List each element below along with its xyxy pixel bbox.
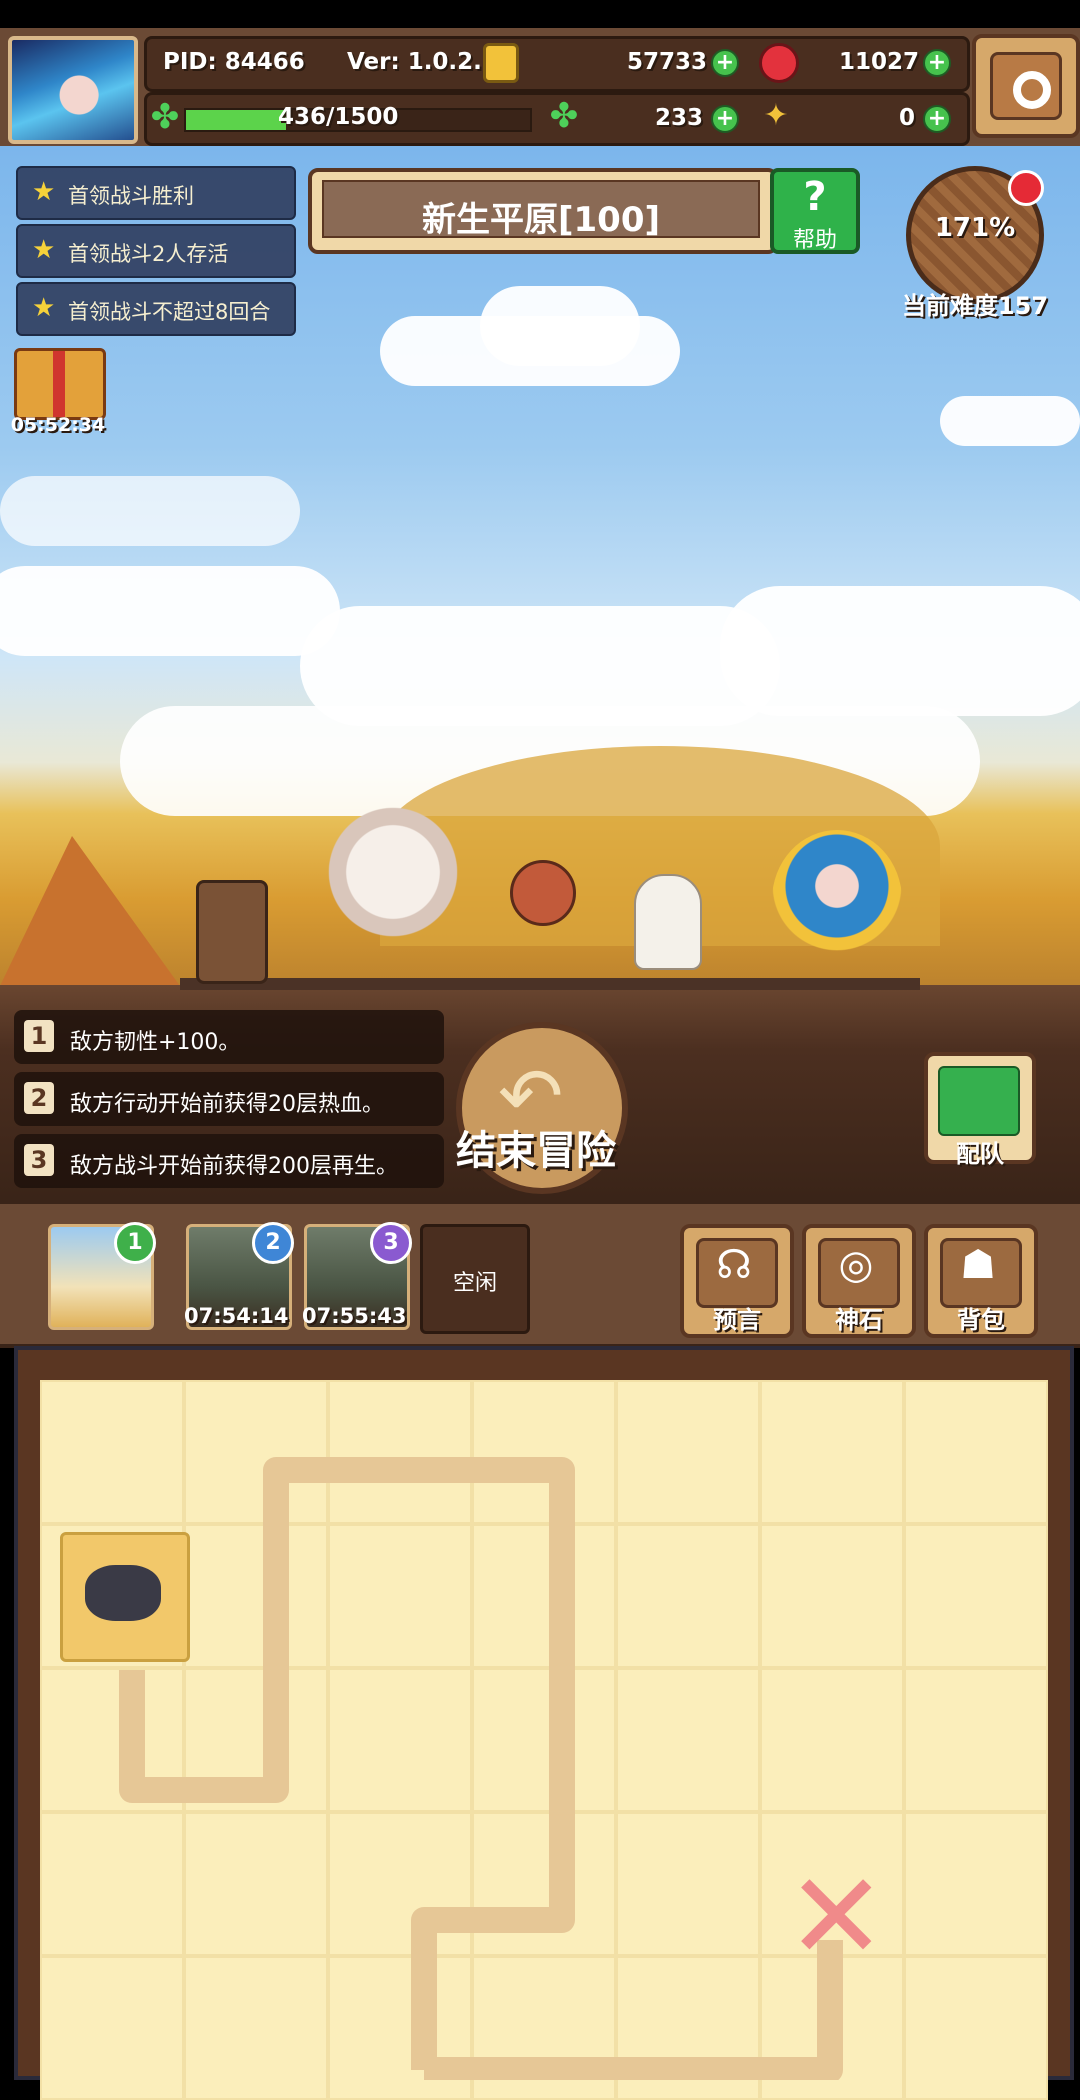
add-gold-icon[interactable]: + [711, 49, 739, 77]
idle-label: 空闲 [452, 1271, 497, 1296]
end-adventure-label[interactable]: 结束冒险 [436, 1118, 636, 1176]
energy-fill [186, 110, 286, 130]
gift-timer: 05:52:34 [10, 414, 106, 436]
gold-amount: 57733 [627, 49, 708, 75]
godstone-button[interactable]: ◎ 神石 [802, 1224, 916, 1338]
map-board: ✕ [14, 1346, 1074, 2100]
difficulty-percent: 171% [934, 213, 1016, 243]
blue-dragon-hero-sprite[interactable] [772, 830, 902, 970]
help-button[interactable]: ? 帮助 [770, 168, 860, 254]
rule-number: 2 [24, 1082, 54, 1114]
rule-number: 3 [24, 1144, 54, 1176]
horn-amount: 0 [899, 105, 916, 131]
stage-banner: 新生平原[100] [308, 168, 778, 254]
settings-button[interactable] [972, 34, 1080, 138]
gift-box-icon[interactable] [14, 348, 106, 420]
team-button[interactable]: 配队 [924, 1052, 1036, 1168]
notification-dot-icon [1008, 170, 1044, 206]
rule-text: 敌方韧性+100。 [70, 1030, 241, 1055]
currency-row: PID: 84466 Ver: 1.0.2.1 57733 + 11027 + [144, 36, 970, 92]
clover-amount: 233 [655, 105, 704, 131]
quest-2: ★ 首领战斗2人存活 [16, 224, 296, 278]
add-clover-icon[interactable]: + [711, 105, 739, 133]
godstone-label: 神石 [835, 1306, 883, 1334]
star-icon: ★ [32, 293, 56, 323]
prophecy-icon: ☊ [716, 1242, 752, 1288]
barrel-sprite [196, 880, 268, 984]
backpack-label: 背包 [957, 1306, 1005, 1334]
energy-bar: ✤ 436/1500 [148, 97, 532, 137]
godstone-icon: ◎ [838, 1242, 874, 1288]
pid-label: PID: 84466 [163, 49, 305, 75]
rule-text: 敌方行动开始前获得20层热血。 [70, 1092, 384, 1117]
star-icon: ★ [32, 235, 56, 265]
rule-1: 1 敌方韧性+100。 [14, 1010, 444, 1064]
ruby-amount: 11027 [839, 49, 920, 75]
path-svg [119, 1457, 843, 2080]
player-avatar[interactable] [8, 36, 138, 144]
quest-3: ★ 首领战斗不超过8回合 [16, 282, 296, 336]
map-grid: ✕ [40, 1380, 1048, 2100]
destination-x-icon[interactable]: ✕ [786, 1858, 887, 1978]
team-icon [938, 1066, 1020, 1136]
white-hair-hero-sprite[interactable] [318, 800, 468, 960]
cat-hero-sprite[interactable] [634, 874, 702, 970]
prophecy-label: 预言 [713, 1306, 761, 1334]
platform [180, 978, 920, 990]
energy-label: 436/1500 [278, 104, 399, 130]
horn-icon: ✦ [763, 98, 789, 133]
team-label: 配队 [956, 1140, 1004, 1168]
rule-3: 3 敌方战斗开始前获得200层再生。 [14, 1134, 444, 1188]
slot-badge-2: 2 [252, 1222, 294, 1264]
star-icon: ★ [32, 177, 56, 207]
add-ruby-icon[interactable]: + [923, 49, 951, 77]
version-label: Ver: 1.0.2.1 [347, 49, 498, 75]
idle-slot[interactable]: 空闲 [420, 1224, 530, 1334]
gold-coin-icon [483, 43, 519, 83]
help-label: 帮助 [792, 228, 837, 253]
energy-clover-icon: ✤ [150, 97, 180, 137]
stage-title: 新生平原[100] [421, 200, 661, 240]
quest-1: ★ 首领战斗胜利 [16, 166, 296, 220]
quest-text: 首领战斗胜利 [68, 184, 194, 208]
add-horn-icon[interactable]: + [923, 105, 951, 133]
difficulty-label: 当前难度157 [901, 292, 1049, 320]
backpack-icon: ☗ [960, 1242, 996, 1288]
slot-badge-1: 1 [114, 1222, 156, 1264]
slot-timer-3: 07:55:43 [302, 1304, 407, 1328]
rule-text: 敌方战斗开始前获得200层再生。 [70, 1154, 398, 1179]
rule-number: 1 [24, 1020, 54, 1052]
prophecy-button[interactable]: ☊ 预言 [680, 1224, 794, 1338]
gear-icon [1013, 71, 1051, 109]
clover-icon: ✤ [549, 96, 579, 136]
slot-timer-2: 07:54:14 [184, 1304, 289, 1328]
quest-text: 首领战斗不超过8回合 [68, 300, 271, 324]
slot-badge-3: 3 [370, 1222, 412, 1264]
quest-text: 首领战斗2人存活 [68, 242, 229, 266]
toolbar [0, 1200, 1080, 1348]
monkey-hero-sprite[interactable] [510, 860, 576, 926]
backpack-button[interactable]: ☗ 背包 [924, 1224, 1038, 1338]
question-icon: ? [803, 174, 827, 220]
ruby-icon [759, 43, 799, 83]
cauldron-tile[interactable] [60, 1532, 190, 1662]
rule-2: 2 敌方行动开始前获得20层热血。 [14, 1072, 444, 1126]
status-bar [0, 0, 1080, 28]
cauldron-icon [85, 1565, 161, 1621]
